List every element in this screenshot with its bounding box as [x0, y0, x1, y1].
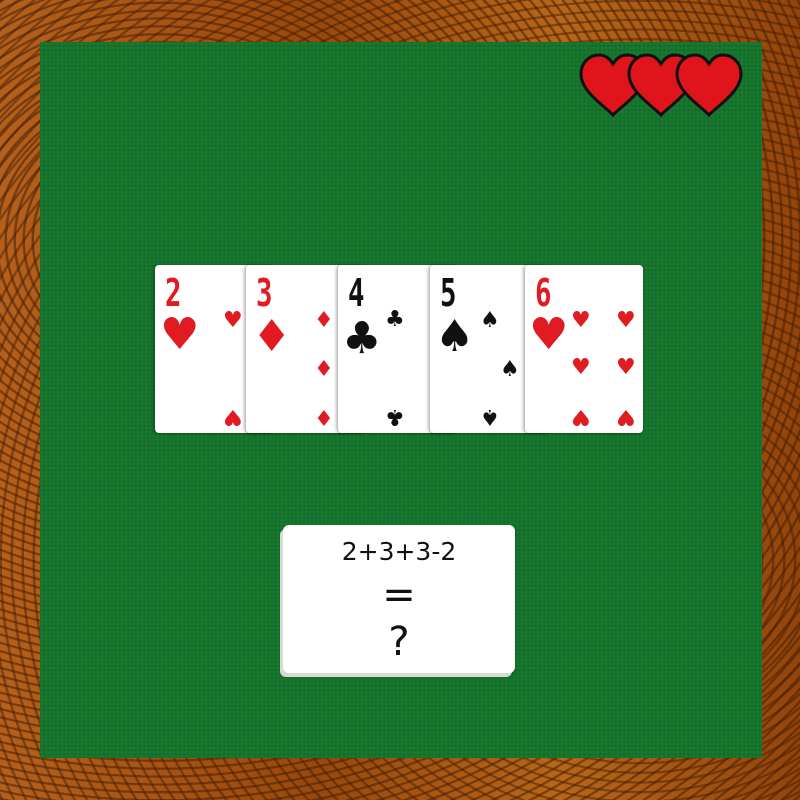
equation-expression: 2+3+3-2 [341, 537, 457, 566]
club-icon: ♣ [385, 307, 405, 332]
heart-icon: ♥ [571, 308, 591, 333]
heart-icon: ♥ [616, 355, 636, 380]
card-rank: 4 [348, 271, 365, 315]
heart-icon: ♥ [616, 308, 636, 333]
spade-icon: ♠ [435, 311, 475, 362]
heart-icon: ♥ [160, 309, 200, 360]
answer-placeholder[interactable]: ? [283, 621, 515, 663]
spade-icon: ♠ [480, 404, 500, 429]
card-rank: 3 [256, 271, 273, 315]
card-rank: 2 [165, 271, 182, 315]
diamond-icon: ♦ [314, 404, 334, 429]
spade-icon: ♠ [480, 308, 500, 333]
heart-icon: ♥ [223, 404, 243, 429]
card-rank: 6 [535, 271, 552, 315]
club-icon: ♣ [385, 404, 405, 429]
lives-indicator [578, 52, 748, 124]
heart-icon: ♥ [571, 404, 591, 429]
equals-sign: = [382, 572, 416, 618]
equation-card: 2+3+3-2 = ? [283, 525, 515, 673]
heart-icon: ♥ [223, 308, 243, 333]
heart-icon: ♥ [571, 355, 591, 380]
heart-icon: ♥ [529, 309, 569, 360]
card-6-hearts[interactable]: 6 ♥ ♥ ♥ ♥ ♥ ♥ ♥ [525, 265, 643, 433]
diamond-icon: ♦ [314, 357, 334, 382]
diamond-icon: ♦ [252, 311, 292, 362]
spade-icon: ♠ [500, 357, 520, 382]
club-icon: ♣ [342, 313, 382, 364]
heart-icon: ♥ [616, 404, 636, 429]
diamond-icon: ♦ [314, 308, 334, 333]
card-rank: 5 [440, 271, 457, 315]
heart-icon [675, 53, 743, 118]
